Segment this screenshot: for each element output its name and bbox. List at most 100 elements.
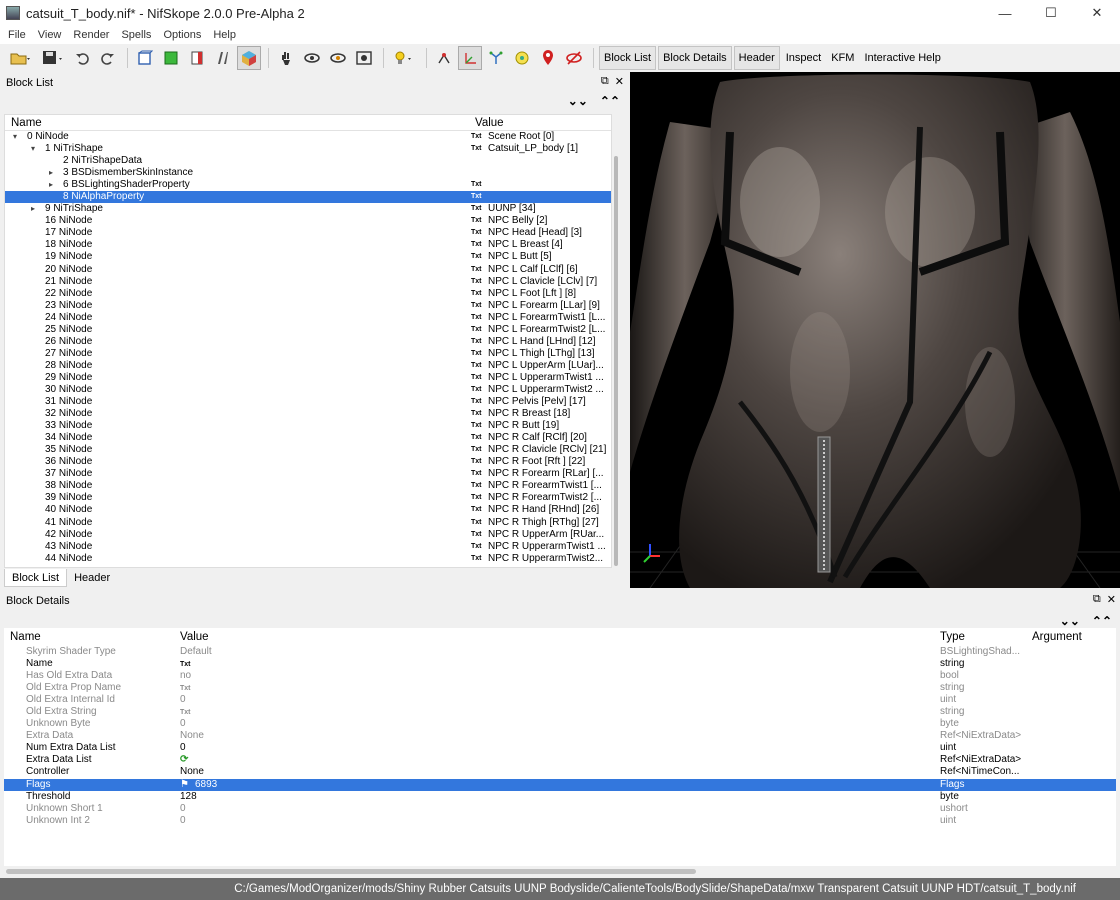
maximize-button[interactable]: ☐ <box>1028 0 1074 26</box>
table-row[interactable]: 23 NiNode Txt NPC L Forearm [LLar] [9] <box>5 300 611 312</box>
field-value-cell[interactable]: 0 <box>174 742 934 754</box>
collapsed-arrow-icon[interactable]: ▸ <box>49 167 53 179</box>
table-row[interactable]: 26 NiNode Txt NPC L Hand [LHnd] [12] <box>5 336 611 348</box>
column-value-header[interactable]: Value <box>174 631 934 643</box>
table-row[interactable]: Old Extra String Txt string <box>4 706 1116 718</box>
details-horizontal-scrollbar[interactable] <box>4 866 1116 876</box>
column-type-header[interactable]: Type <box>934 631 1026 643</box>
table-row[interactable]: 36 NiNode Txt NPC R Foot [Rft ] [22] <box>5 456 611 468</box>
table-row[interactable]: 17 NiNode Txt NPC Head [Head] [3] <box>5 227 611 239</box>
show-nodes-icon[interactable] <box>458 46 482 70</box>
table-row[interactable]: 32 NiNode Txt NPC R Breast [18] <box>5 408 611 420</box>
field-value-cell[interactable]: ⚑ 6893 <box>174 779 934 791</box>
table-row[interactable]: Skyrim Shader Type Default BSLightingShad.… <box>4 646 1116 658</box>
tab-header[interactable]: Header <box>67 569 117 587</box>
table-row[interactable]: ▸ 6 BSLightingShaderProperty Txt <box>5 179 611 191</box>
collapse-all-icon[interactable]: ⌃⌃ <box>1092 614 1112 628</box>
menu-file[interactable]: File <box>2 29 32 41</box>
table-row[interactable]: 41 NiNode Txt NPC R Thigh [RThg] [27] <box>5 517 611 529</box>
save-icon[interactable] <box>38 46 68 70</box>
table-row[interactable]: 22 NiNode Txt NPC L Foot [Lft ] [8] <box>5 288 611 300</box>
menu-view[interactable]: View <box>32 29 68 41</box>
table-row[interactable]: 34 NiNode Txt NPC R Calf [RClf] [20] <box>5 432 611 444</box>
menu-render[interactable]: Render <box>67 29 115 41</box>
toolbar-header-toggle[interactable]: Header <box>733 46 780 70</box>
field-value-cell[interactable]: Txt <box>174 682 934 694</box>
field-value-cell[interactable]: 0 <box>174 718 934 730</box>
table-row[interactable]: 8 NiAlphaProperty Txt <box>5 191 611 204</box>
view-top-icon[interactable] <box>159 46 183 70</box>
table-row[interactable]: ▸ 3 BSDismemberSkinInstance <box>5 167 611 179</box>
table-row[interactable]: 29 NiNode Txt NPC L UpperarmTwist1 ... <box>5 372 611 384</box>
toolbar-kfm-toggle[interactable]: KFM <box>827 46 858 70</box>
table-row[interactable]: 43 NiNode Txt NPC R UpperarmTwist1 ... <box>5 541 611 553</box>
block-tree[interactable]: Name Value ▾ 0 NiNode Txt Scene Root [0] ▾ 1 … <box>4 114 612 568</box>
collapse-all-icon[interactable]: ⌃⌃ <box>600 94 620 108</box>
table-row[interactable]: 38 NiNode Txt NPC R ForearmTwist1 [... <box>5 480 611 492</box>
field-value-cell[interactable]: ⟳ <box>174 754 934 766</box>
refresh-icon[interactable]: ⟳ <box>180 754 188 765</box>
view-front-icon[interactable] <box>133 46 157 70</box>
field-value-cell[interactable]: None <box>174 730 934 742</box>
table-row[interactable]: 16 NiNode Txt NPC Belly [2] <box>5 215 611 227</box>
view-side-icon[interactable] <box>185 46 209 70</box>
table-row[interactable]: 27 NiNode Txt NPC L Thigh [LThg] [13] <box>5 348 611 360</box>
show-markers-icon[interactable] <box>510 46 534 70</box>
table-row[interactable]: Name Txt string <box>4 658 1116 670</box>
column-argument-header[interactable]: Argument <box>1026 631 1116 643</box>
collapsed-arrow-icon[interactable]: ▸ <box>31 203 35 215</box>
table-row[interactable]: Extra Data List ⟳ Ref<NiExtraData> <box>4 754 1116 766</box>
table-row[interactable]: 40 NiNode Txt NPC R Hand [RHnd] [26] <box>5 504 611 516</box>
table-row[interactable]: 2 NiTriShapeData <box>5 155 611 167</box>
open-icon[interactable] <box>6 46 36 70</box>
table-row[interactable]: Controller None Ref<NiTimeCon... <box>4 766 1116 778</box>
float-icon[interactable]: ⧉ <box>1093 593 1101 606</box>
minimize-button[interactable]: — <box>982 0 1028 26</box>
table-row[interactable]: Old Extra Prop Name Txt string <box>4 682 1116 694</box>
tab-block-list[interactable]: Block List <box>4 569 68 587</box>
render-viewport[interactable] <box>630 72 1120 588</box>
field-value-cell[interactable]: 0 <box>174 803 934 815</box>
table-row[interactable]: Unknown Short 1 0 ushort <box>4 803 1116 815</box>
scrollbar-thumb[interactable] <box>614 156 618 566</box>
field-value-cell[interactable]: Default <box>174 646 934 658</box>
table-row[interactable]: 21 NiNode Txt NPC L Clavicle [LClv] [7] <box>5 276 611 288</box>
table-row[interactable]: 42 NiNode Txt NPC R UpperArm [RUar... <box>5 529 611 541</box>
block-list-scrollbar[interactable] <box>612 114 620 568</box>
redo-icon[interactable] <box>96 46 120 70</box>
close-icon[interactable]: ✕ <box>1107 593 1116 606</box>
toggle-perspective-icon[interactable] <box>237 46 261 70</box>
table-row[interactable]: 37 NiNode Txt NPC R Forearm [RLar] [... <box>5 468 611 480</box>
table-row[interactable]: 18 NiNode Txt NPC L Breast [4] <box>5 239 611 251</box>
table-row[interactable]: Extra Data None Ref<NiExtraData> <box>4 730 1116 742</box>
float-icon[interactable]: ⧉ <box>601 75 609 88</box>
walk-mode-icon[interactable] <box>274 46 298 70</box>
menu-help[interactable]: Help <box>207 29 242 41</box>
table-row[interactable]: 44 NiNode Txt NPC R UpperarmTwist2... <box>5 553 611 565</box>
close-icon[interactable]: ✕ <box>615 75 624 88</box>
expand-all-icon[interactable]: ⌄⌄ <box>568 94 588 108</box>
show-havok-icon[interactable] <box>536 46 560 70</box>
column-name-header[interactable]: Name <box>4 631 174 643</box>
select-visible-icon[interactable] <box>326 46 350 70</box>
table-row[interactable]: ▾ 1 NiTriShape Txt Catsuit_LP_body [1] <box>5 143 611 155</box>
field-value-cell[interactable]: None <box>174 766 934 778</box>
toolbar-inspect-toggle[interactable]: Inspect <box>782 46 825 70</box>
table-row[interactable]: Threshold 128 byte <box>4 791 1116 803</box>
table-row[interactable]: 25 NiNode Txt NPC L ForearmTwist2 [L... <box>5 324 611 336</box>
table-row[interactable]: Has Old Extra Data no bool <box>4 670 1116 682</box>
toolbar-block-details-toggle[interactable]: Block Details <box>658 46 732 70</box>
field-value-cell[interactable]: 128 <box>174 791 934 803</box>
table-row[interactable]: 39 NiNode Txt NPC R ForearmTwist2 [... <box>5 492 611 504</box>
table-row[interactable]: 30 NiNode Txt NPC L UpperarmTwist2 ... <box>5 384 611 396</box>
details-table[interactable]: Name Value Type Argument Skyrim Shader T… <box>4 628 1116 874</box>
expand-all-icon[interactable]: ⌄⌄ <box>1060 614 1080 628</box>
menu-spells[interactable]: Spells <box>115 29 157 41</box>
field-value-cell[interactable]: no <box>174 670 934 682</box>
table-row[interactable]: ▸ 9 NiTriShape Txt UUNP [34] <box>5 203 611 215</box>
undo-icon[interactable] <box>70 46 94 70</box>
table-row[interactable]: Flags ⚑ 6893 Flags <box>4 778 1116 791</box>
scrollbar-thumb[interactable] <box>6 869 696 874</box>
lighting-icon[interactable] <box>389 46 419 70</box>
show-skeleton-icon[interactable] <box>484 46 508 70</box>
